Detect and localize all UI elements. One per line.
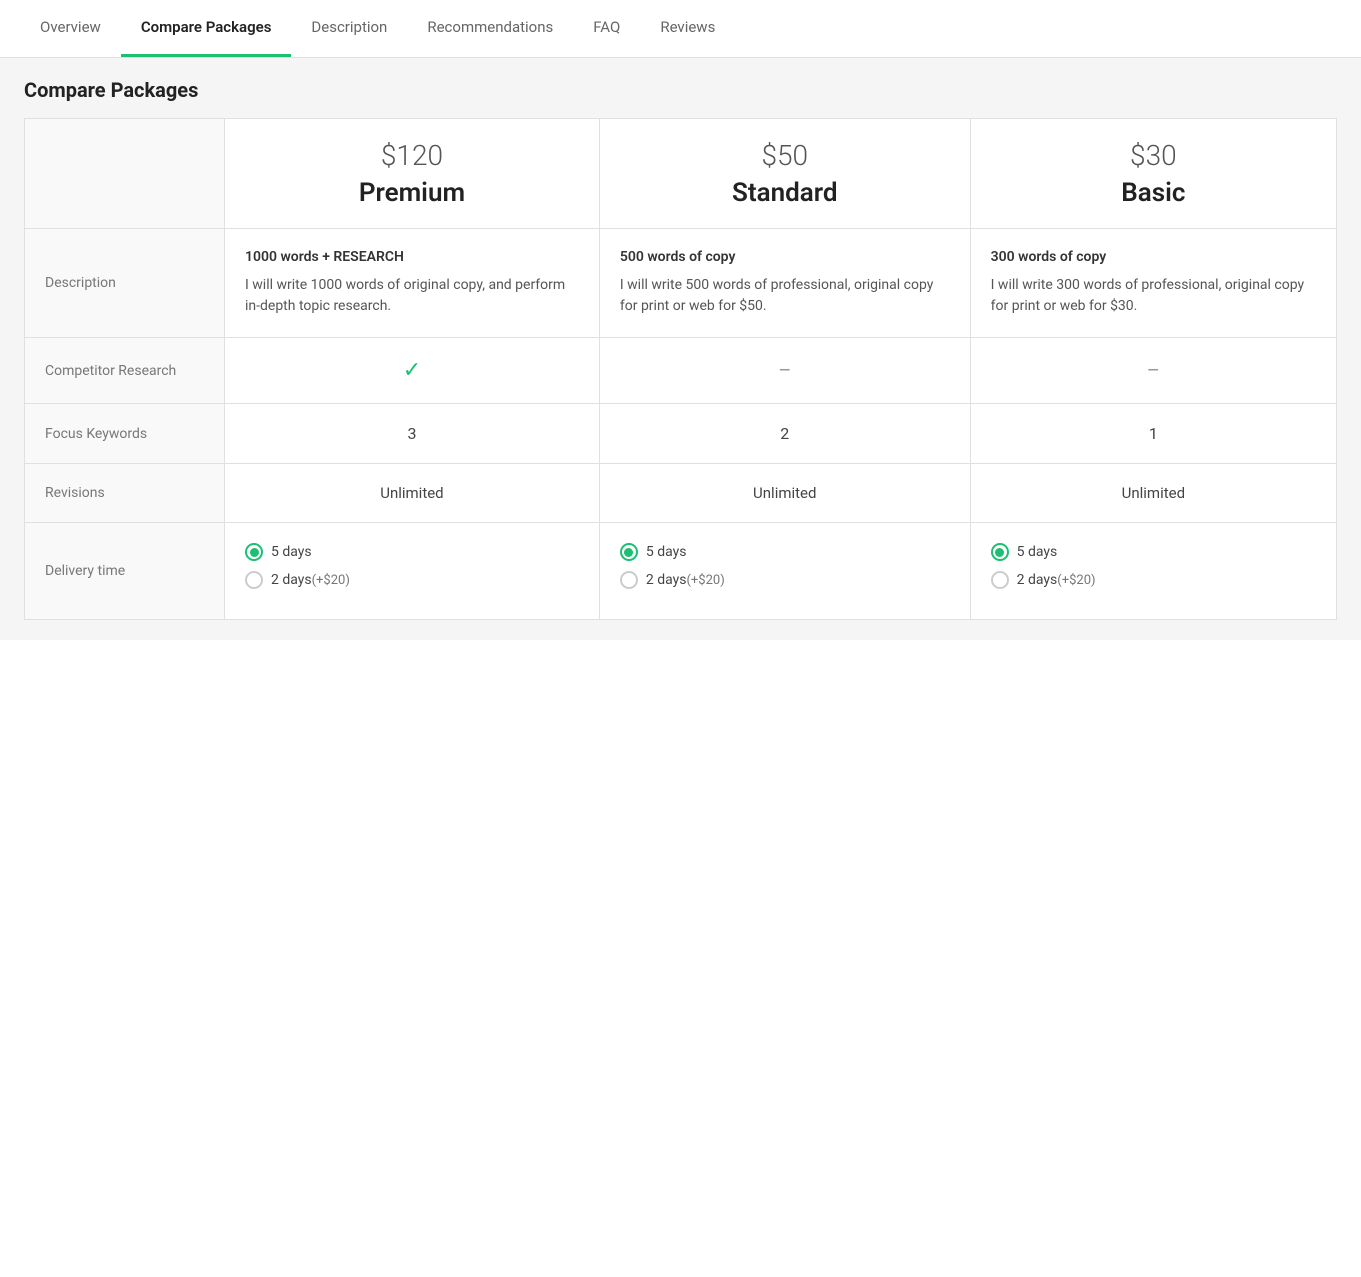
basic-delivery: 5 days 2 days (+$20) (970, 523, 1336, 620)
premium-focus-keywords: 3 (225, 404, 600, 464)
premium-desc-body: I will write 1000 words of original copy… (245, 275, 579, 317)
revisions-label: Revisions (25, 464, 225, 523)
check-icon: ✓ (403, 358, 421, 383)
nav-tab-recommendations[interactable]: Recommendations (407, 0, 573, 57)
premium-price: $120 (245, 139, 579, 172)
basic-focus-keywords: 1 (970, 404, 1336, 464)
standard-revisions: Unlimited (599, 464, 970, 523)
basic-header: $30 Basic (970, 119, 1336, 229)
empty-header (25, 119, 225, 229)
basic-desc-title: 300 words of copy (991, 249, 1316, 265)
focus-keywords-label: Focus Keywords (25, 404, 225, 464)
premium-keywords-value: 3 (407, 424, 416, 443)
competitor-research-label: Competitor Research (25, 338, 225, 404)
premium-description: 1000 words + RESEARCH I will write 1000 … (225, 229, 600, 338)
basic-5days-option[interactable]: 5 days (991, 543, 1316, 561)
basic-revisions: Unlimited (970, 464, 1336, 523)
description-label: Description (25, 229, 225, 338)
premium-delivery: 5 days 2 days (+$20) (225, 523, 600, 620)
basic-desc-body: I will write 300 words of professional, … (991, 275, 1316, 317)
nav-tab-compare-packages[interactable]: Compare Packages (121, 0, 292, 57)
premium-header: $120 Premium (225, 119, 600, 229)
revisions-row: Revisions Unlimited Unlimited Unlimited (25, 464, 1337, 523)
standard-desc-title: 500 words of copy (620, 249, 950, 265)
page-title: Compare Packages (24, 78, 1337, 102)
premium-5days-label: 5 days (271, 544, 312, 560)
standard-5days-radio[interactable] (620, 543, 638, 561)
premium-2days-label: 2 days (271, 572, 312, 588)
standard-description: 500 words of copy I will write 500 words… (599, 229, 970, 338)
premium-5days-option[interactable]: 5 days (245, 543, 579, 561)
dash-icon: – (778, 358, 791, 382)
basic-2days-radio[interactable] (991, 571, 1009, 589)
premium-revisions: Unlimited (225, 464, 600, 523)
premium-desc-title: 1000 words + RESEARCH (245, 249, 579, 265)
basic-revisions-value: Unlimited (1122, 484, 1185, 502)
competitor-research-row: Competitor Research ✓ – – (25, 338, 1337, 404)
nav-tab-overview[interactable]: Overview (20, 0, 121, 57)
standard-name: Standard (620, 178, 950, 208)
compare-table: $120 Premium $50 Standard $30 Basic Desc… (24, 118, 1337, 620)
basic-keywords-value: 1 (1149, 424, 1158, 443)
premium-2days-radio[interactable] (245, 571, 263, 589)
premium-competitor-research: ✓ (225, 338, 600, 404)
standard-delivery: 5 days 2 days (+$20) (599, 523, 970, 620)
premium-name: Premium (245, 178, 579, 208)
basic-5days-label: 5 days (1017, 544, 1058, 560)
premium-2days-option[interactable]: 2 days (+$20) (245, 571, 579, 589)
standard-5days-label: 5 days (646, 544, 687, 560)
standard-keywords-value: 2 (780, 424, 789, 443)
standard-2days-label: 2 days (646, 572, 687, 588)
standard-2days-option[interactable]: 2 days (+$20) (620, 571, 950, 589)
premium-revisions-value: Unlimited (380, 484, 443, 502)
delivery-time-label: Delivery time (25, 523, 225, 620)
basic-2days-option[interactable]: 2 days (+$20) (991, 571, 1316, 589)
dash-icon: – (1147, 358, 1160, 382)
nav-tab-description[interactable]: Description (291, 0, 407, 57)
standard-competitor-research: – (599, 338, 970, 404)
nav-tab-faq[interactable]: FAQ (573, 0, 640, 57)
basic-competitor-research: – (970, 338, 1336, 404)
standard-2days-radio[interactable] (620, 571, 638, 589)
basic-name: Basic (991, 178, 1316, 208)
basic-description: 300 words of copy I will write 300 words… (970, 229, 1336, 338)
standard-5days-option[interactable]: 5 days (620, 543, 950, 561)
basic-price: $30 (991, 139, 1316, 172)
basic-2days-extra: (+$20) (1057, 573, 1095, 588)
premium-2days-extra: (+$20) (312, 573, 350, 588)
standard-focus-keywords: 2 (599, 404, 970, 464)
standard-desc-body: I will write 500 words of professional, … (620, 275, 950, 317)
standard-2days-extra: (+$20) (686, 573, 724, 588)
delivery-time-row: Delivery time 5 days 2 days (+$20) (25, 523, 1337, 620)
premium-5days-radio[interactable] (245, 543, 263, 561)
basic-2days-label: 2 days (1017, 572, 1058, 588)
basic-5days-radio[interactable] (991, 543, 1009, 561)
nav-tab-reviews[interactable]: Reviews (640, 0, 735, 57)
focus-keywords-row: Focus Keywords 3 2 1 (25, 404, 1337, 464)
nav-tabs: OverviewCompare PackagesDescriptionRecom… (0, 0, 1361, 58)
standard-header: $50 Standard (599, 119, 970, 229)
description-row: Description 1000 words + RESEARCH I will… (25, 229, 1337, 338)
standard-price: $50 (620, 139, 950, 172)
standard-revisions-value: Unlimited (753, 484, 816, 502)
